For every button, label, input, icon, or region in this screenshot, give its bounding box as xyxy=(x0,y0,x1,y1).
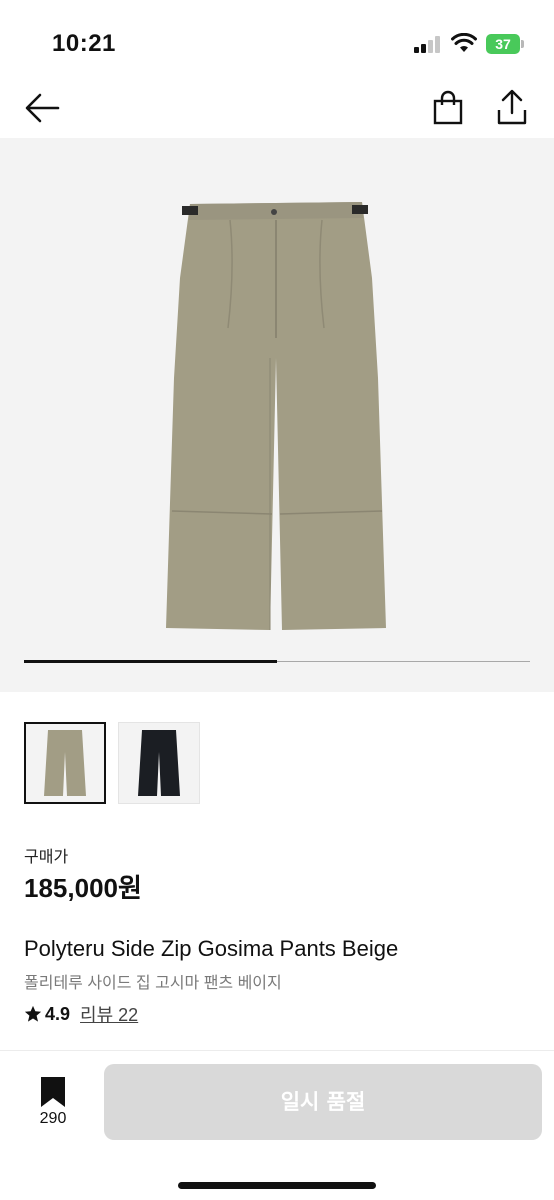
bookmark-icon xyxy=(41,1077,65,1107)
share-icon[interactable] xyxy=(494,88,530,126)
battery-icon: 37 xyxy=(486,34,524,54)
wifi-icon xyxy=(451,33,477,52)
thumbnail-image-beige xyxy=(44,730,86,796)
soldout-button[interactable]: 일시 품절 xyxy=(104,1064,542,1140)
thumbnail-beige[interactable] xyxy=(24,722,106,804)
signal-icon xyxy=(414,35,442,53)
status-time: 10:21 xyxy=(52,30,116,57)
divider xyxy=(0,1050,554,1051)
rating-value: 4.9 xyxy=(45,1003,71,1024)
shopping-bag-icon[interactable] xyxy=(430,89,466,125)
top-nav xyxy=(0,80,554,138)
thumbnail-image-black xyxy=(138,730,180,796)
bookmark-count: 290 xyxy=(39,1110,67,1127)
product-image-carousel[interactable] xyxy=(0,138,554,692)
battery-level: 37 xyxy=(486,34,520,54)
product-image-pants xyxy=(166,202,386,630)
carousel-progress-fill xyxy=(24,660,277,663)
home-indicator xyxy=(178,1182,376,1189)
status-bar: 10:21 37 xyxy=(0,0,554,80)
product-name-en: Polyteru Side Zip Gosima Pants Beige xyxy=(24,936,399,961)
bookmark-button[interactable]: 290 xyxy=(28,1072,78,1132)
arrow-left-icon[interactable] xyxy=(22,90,62,126)
product-name-ko: 폴리테루 사이드 집 고시마 팬츠 베이지 xyxy=(24,975,282,992)
star-icon xyxy=(24,1005,42,1022)
thumbnail-black[interactable] xyxy=(118,722,200,804)
rating-row: 4.9 리뷰 22 xyxy=(24,1002,138,1026)
review-link[interactable]: 리뷰 22 xyxy=(80,1001,138,1027)
price-value: 185,000원 xyxy=(24,873,142,903)
price-label: 구매가 xyxy=(24,849,69,866)
